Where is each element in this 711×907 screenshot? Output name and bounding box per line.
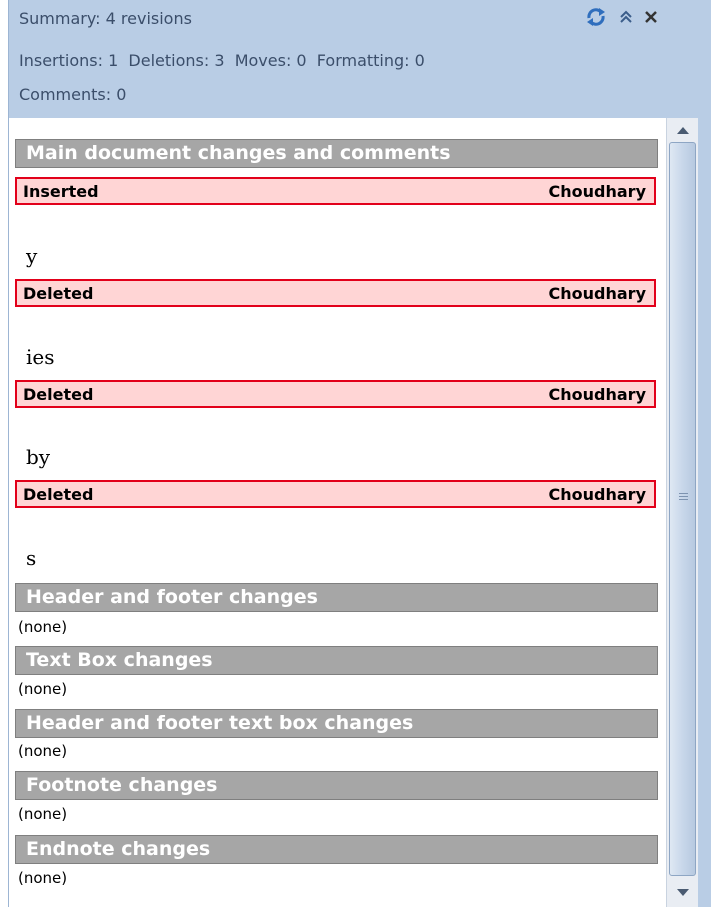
thumb-grip — [679, 496, 688, 497]
revision-item[interactable]: Deleted Choudhary — [15, 279, 656, 307]
revision-type: Inserted — [23, 181, 99, 201]
scroll-up-icon[interactable] — [667, 119, 698, 141]
revision-item[interactable]: Inserted Choudhary — [15, 177, 656, 205]
comments-count: Comments: 0 — [19, 85, 127, 104]
revision-text: by — [26, 445, 51, 469]
revision-author: Choudhary — [548, 283, 646, 303]
section-header-footer: Header and footer changes — [15, 583, 658, 612]
section-empty-label: (none) — [18, 805, 68, 823]
section-header-footer-text-box: Header and footer text box changes — [15, 709, 658, 738]
revision-author: Choudhary — [548, 484, 646, 504]
revision-text: s — [26, 546, 37, 570]
section-empty-label: (none) — [18, 742, 68, 760]
section-footnote: Footnote changes — [15, 771, 658, 800]
thumb-grip — [679, 499, 688, 500]
section-empty-label: (none) — [18, 869, 68, 887]
revisions-list: Main document changes and comments Inser… — [8, 118, 666, 907]
revision-text: ies — [26, 345, 55, 369]
close-icon[interactable] — [639, 4, 663, 30]
revision-item[interactable]: Deleted Choudhary — [15, 480, 656, 508]
collapse-icon[interactable] — [615, 4, 637, 30]
revision-item[interactable]: Deleted Choudhary — [15, 380, 656, 408]
revision-type: Deleted — [23, 484, 94, 504]
revision-type: Deleted — [23, 384, 94, 404]
vertical-scrollbar[interactable] — [666, 118, 698, 907]
revision-text: y — [26, 244, 38, 268]
section-empty-label: (none) — [18, 680, 68, 698]
section-endnote: Endnote changes — [15, 835, 658, 864]
section-text-box: Text Box changes — [15, 646, 658, 675]
section-empty-label: (none) — [18, 618, 68, 636]
scrollbar-thumb[interactable] — [669, 142, 696, 876]
thumb-grip — [679, 493, 688, 494]
revisions-summary-header: Summary: 4 revisions Insertions: 1 Delet… — [8, 0, 711, 118]
revision-stats: Insertions: 1 Deletions: 3 Moves: 0 Form… — [19, 51, 425, 70]
revision-author: Choudhary — [548, 181, 646, 201]
left-margin — [0, 0, 8, 907]
summary-label: Summary: 4 revisions — [19, 9, 192, 28]
pane-border — [698, 118, 711, 907]
section-main-document: Main document changes and comments — [15, 139, 658, 168]
revision-author: Choudhary — [548, 384, 646, 404]
scroll-down-icon[interactable] — [667, 882, 698, 904]
refresh-icon[interactable] — [583, 4, 609, 30]
revision-type: Deleted — [23, 283, 94, 303]
